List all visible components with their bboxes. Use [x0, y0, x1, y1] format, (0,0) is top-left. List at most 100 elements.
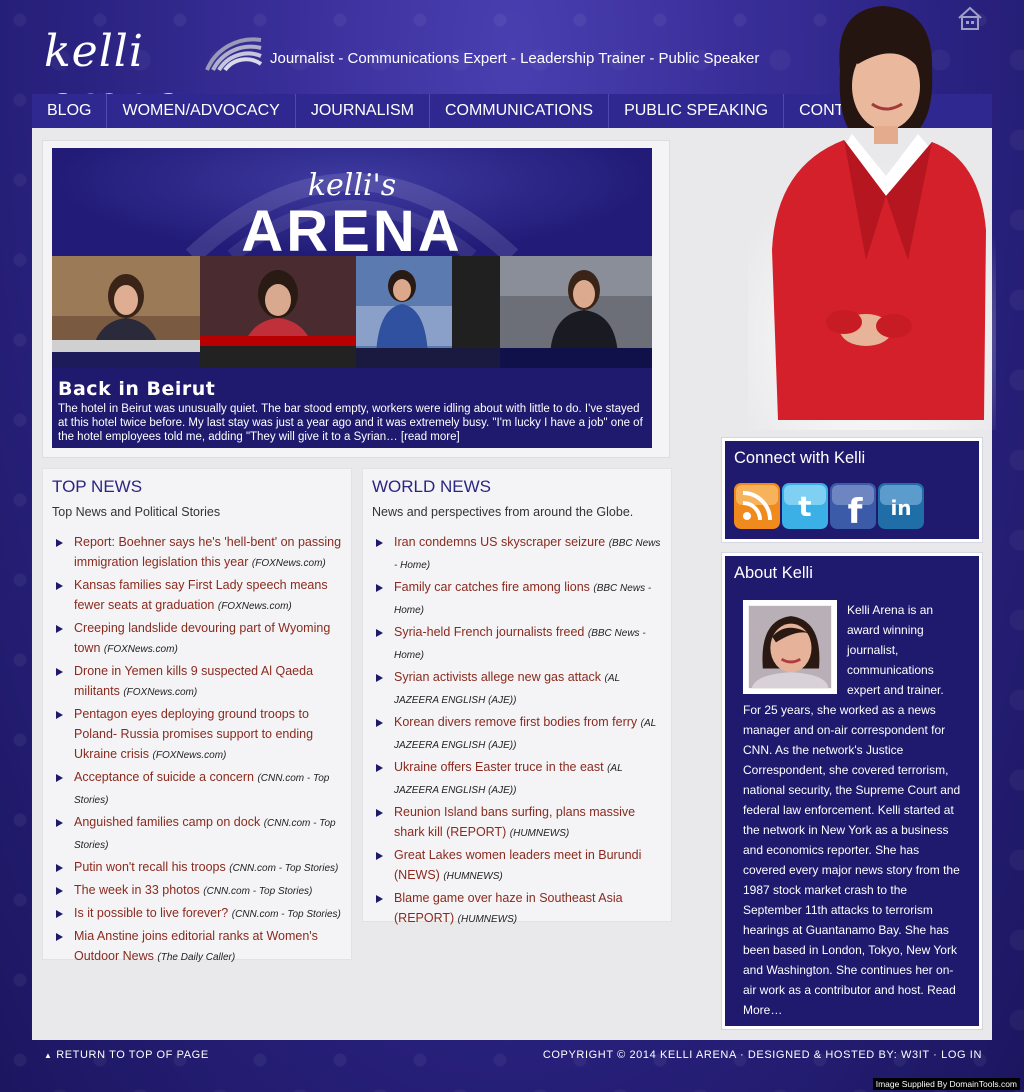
news-headline-link[interactable]: Syrian activists allege new gas attack [394, 670, 601, 684]
feature-excerpt: The hotel in Beirut was unusually quiet.… [58, 402, 648, 444]
news-source: (HUMNEWS) [509, 828, 570, 839]
bullet-arrow-icon [376, 764, 383, 772]
tv-shot-4-image [500, 256, 652, 368]
twitter-icon[interactable]: t [782, 483, 828, 529]
login-link[interactable]: LOG IN [941, 1049, 982, 1061]
top-news-subtitle: Top News and Political Stories [52, 505, 221, 519]
world-news-title: WORLD NEWS [372, 477, 491, 496]
bullet-arrow-icon [56, 933, 63, 941]
bullet-arrow-icon [376, 629, 383, 637]
news-item: Syria-held French journalists freed (BBC… [372, 622, 662, 666]
bullet-arrow-icon [56, 864, 63, 872]
return-to-top-link[interactable]: ▲ RETURN TO TOP OF PAGE [44, 1049, 209, 1061]
bullet-arrow-icon [376, 674, 383, 682]
bullet-arrow-icon [56, 887, 63, 895]
news-source: (FOXNews.com) [123, 687, 198, 698]
world-news-list: Iran condemns US skyscraper seizure (BBC… [372, 532, 662, 931]
news-source: (FOXNews.com) [152, 750, 227, 761]
news-source: (HUMNEWS) [443, 871, 503, 882]
news-source: (FOXNews.com) [251, 558, 326, 569]
bullet-arrow-icon [376, 719, 383, 727]
facebook-icon[interactable]: f [830, 483, 876, 529]
bullet-arrow-icon [56, 774, 63, 782]
svg-text:in: in [890, 496, 911, 520]
svg-text:t: t [798, 490, 811, 523]
rss-icon[interactable] [734, 483, 780, 529]
bullet-arrow-icon [56, 582, 63, 590]
feature-title[interactable]: Back in Beirut [58, 378, 215, 400]
about-box: About Kelli Kelli Arena is an award winn… [722, 553, 982, 1029]
site-tagline: Journalist - Communications Expert - Lea… [270, 50, 760, 67]
image-credit: Image Supplied By DomainTools.com [872, 1078, 1020, 1090]
news-item: Is it possible to live forever? (CNN.com… [52, 903, 342, 925]
news-item: Drone in Yemen kills 9 suspected Al Qaed… [52, 661, 342, 703]
connect-title: Connect with Kelli [734, 449, 866, 467]
bullet-arrow-icon [376, 584, 383, 592]
top-news-list: Report: Boehner says he's 'hell-bent' on… [52, 532, 342, 969]
footer-credits: COPYRIGHT © 2014 KELLI ARENA · DESIGNED … [543, 1049, 982, 1061]
bullet-arrow-icon [56, 819, 63, 827]
news-item: Anguished families camp on dock (CNN.com… [52, 812, 342, 856]
news-headline-link[interactable]: Anguished families camp on dock [74, 815, 260, 829]
news-source: (The Daily Caller) [157, 952, 236, 963]
caret-up-icon: ▲ [44, 1051, 53, 1060]
news-headline-link[interactable]: Korean divers remove first bodies from f… [394, 715, 637, 729]
news-item: Mia Anstine joins editorial ranks at Wom… [52, 926, 342, 968]
about-title: About Kelli [734, 564, 813, 582]
feature-excerpt-text: The hotel in Beirut was unusually quiet.… [58, 403, 643, 443]
logo-arcs-icon [205, 37, 263, 72]
feature-banner: kelli's ARENA [52, 148, 652, 264]
bullet-arrow-icon [376, 539, 383, 547]
bullet-arrow-icon [56, 625, 63, 633]
bullet-arrow-icon [376, 895, 383, 903]
return-to-top-label: RETURN TO TOP OF PAGE [56, 1049, 209, 1061]
tv-shot-2-image [200, 256, 356, 368]
top-news-panel: TOP NEWS Top News and Political Stories … [42, 468, 352, 963]
nav-communications[interactable]: COMMUNICATIONS [430, 94, 610, 128]
tv-shot-3-image [356, 256, 500, 368]
news-item: Pentagon eyes deploying ground troops to… [52, 704, 342, 766]
news-headline-link[interactable]: Acceptance of suicide a concern [74, 770, 254, 784]
copyright-text: COPYRIGHT © 2014 KELLI ARENA · DESIGNED … [542, 1049, 902, 1061]
tv-shot-1-image [52, 256, 200, 368]
bullet-arrow-icon [376, 852, 383, 860]
news-item: Blame game over haze in Southeast Asia (… [372, 888, 662, 930]
news-headline-link[interactable]: The week in 33 photos [74, 883, 200, 897]
news-item: Family car catches fire among lions (BBC… [372, 577, 662, 621]
news-headline-link[interactable]: Great Lakes women leaders meet in Burund… [394, 848, 641, 882]
feature-read-more-link[interactable]: [read more] [401, 431, 460, 443]
news-headline-link[interactable]: Is it possible to live forever? [74, 906, 228, 920]
top-news-title: TOP NEWS [52, 477, 143, 496]
kelli-portrait-image [748, 6, 996, 430]
world-news-subtitle: News and perspectives from around the Gl… [372, 505, 634, 519]
nav-blog[interactable]: BLOG [32, 94, 108, 128]
designer-link[interactable]: W3IT [901, 1049, 929, 1061]
news-source: (CNN.com - Top Stories) [231, 909, 341, 920]
bullet-arrow-icon [56, 711, 63, 719]
news-item: Kansas families say First Lady speech me… [52, 575, 342, 617]
news-item: Syrian activists allege new gas attack (… [372, 667, 662, 711]
news-headline-link[interactable]: Syria-held French journalists freed [394, 625, 584, 639]
feature-post[interactable]: kelli's ARENA Back in Beirut The hotel i… [52, 148, 652, 448]
banner-title: ARENA [241, 199, 463, 264]
news-headline-link[interactable]: Putin won't recall his troops [74, 860, 226, 874]
bullet-arrow-icon [56, 910, 63, 918]
news-item: Report: Boehner says he's 'hell-bent' on… [52, 532, 342, 574]
news-item: Ukraine offers Easter truce in the east … [372, 757, 662, 801]
linkedin-icon[interactable]: in [878, 483, 924, 529]
news-item: Creeping landslide devouring part of Wyo… [52, 618, 342, 660]
news-headline-link[interactable]: Ukraine offers Easter truce in the east [394, 760, 604, 774]
news-item: Reunion Island bans surfing, plans massi… [372, 802, 662, 844]
news-item: Korean divers remove first bodies from f… [372, 712, 662, 756]
world-news-panel: WORLD NEWS News and perspectives from ar… [362, 468, 672, 925]
news-source: (CNN.com - Top Stories) [203, 886, 313, 897]
site-logo[interactable]: kelli arena [44, 18, 264, 128]
nav-women-advocacy[interactable]: WOMEN/ADVOCACY [107, 94, 296, 128]
news-item: Great Lakes women leaders meet in Burund… [372, 845, 662, 887]
news-item: The week in 33 photos (CNN.com - Top Sto… [52, 880, 342, 902]
nav-journalism[interactable]: JOURNALISM [296, 94, 430, 128]
news-headline-link[interactable]: Family car catches fire among lions [394, 580, 590, 594]
news-source: (HUMNEWS) [457, 914, 518, 925]
news-item: Acceptance of suicide a concern (CNN.com… [52, 767, 342, 811]
news-headline-link[interactable]: Iran condemns US skyscraper seizure [394, 535, 605, 549]
